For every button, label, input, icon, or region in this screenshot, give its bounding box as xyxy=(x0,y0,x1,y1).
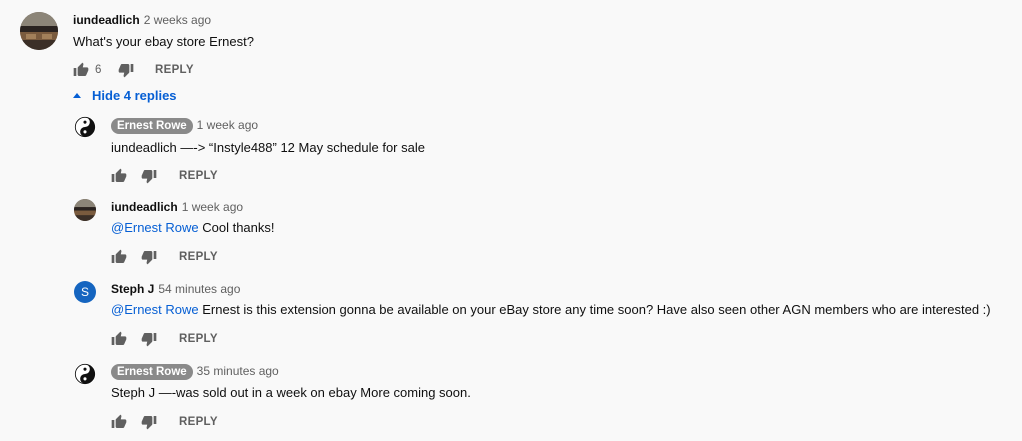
comment-actions: 6 REPLY xyxy=(73,62,273,78)
comment-actions: REPLY xyxy=(111,331,251,347)
reply-button[interactable]: REPLY xyxy=(179,249,218,265)
avatar[interactable]: S xyxy=(74,281,96,303)
comment-text: What's your ebay store Ernest? xyxy=(73,34,254,49)
comment-actions: REPLY xyxy=(111,249,251,265)
mention-link[interactable]: @Ernest Rowe xyxy=(111,302,199,317)
mention-link[interactable]: @Ernest Rowe xyxy=(111,220,199,235)
comment-time[interactable]: 54 minutes ago xyxy=(158,282,240,296)
thumb-up-icon[interactable] xyxy=(111,168,127,184)
like-count: 6 xyxy=(95,64,102,76)
thumb-down-icon[interactable] xyxy=(141,249,157,265)
avatar-letter: S xyxy=(80,285,89,299)
comment-author[interactable]: Ernest Rowe xyxy=(111,364,193,380)
thumb-up-icon[interactable] xyxy=(73,62,89,78)
comment-text: @Ernest Rowe Ernest is this extension go… xyxy=(111,301,991,319)
avatar[interactable] xyxy=(74,199,96,221)
hide-replies-label: Hide 4 replies xyxy=(92,88,177,103)
caret-up-icon xyxy=(73,93,81,98)
comment-time[interactable]: 1 week ago xyxy=(182,200,243,214)
avatar[interactable] xyxy=(74,116,96,138)
reply-button[interactable]: REPLY xyxy=(179,331,218,347)
reply-button[interactable]: REPLY xyxy=(179,414,218,430)
comment-actions: REPLY xyxy=(111,414,251,430)
thumb-down-icon[interactable] xyxy=(141,168,157,184)
comment-text: Steph J —-was sold out in a week on ebay… xyxy=(111,385,471,400)
comment-time[interactable]: 35 minutes ago xyxy=(197,364,279,378)
comment-text: @Ernest Rowe Cool thanks! xyxy=(111,219,275,237)
yin-yang-icon xyxy=(74,363,96,385)
comment-author[interactable]: Steph J xyxy=(111,282,154,296)
comment-time[interactable]: 1 week ago xyxy=(197,118,258,132)
comment-actions: REPLY xyxy=(111,168,251,184)
comment-time[interactable]: 2 weeks ago xyxy=(144,13,211,27)
comment-text: iundeadlich —-> “Instyle488” 12 May sche… xyxy=(111,140,425,155)
comment-body: Cool thanks! xyxy=(198,220,275,235)
avatar[interactable] xyxy=(20,12,58,50)
thumb-up-icon[interactable] xyxy=(111,331,127,347)
yin-yang-icon xyxy=(74,116,96,138)
comment-author[interactable]: iundeadlich xyxy=(111,200,178,214)
comment-thread: iundeadlich 2 weeks ago What's your ebay … xyxy=(0,0,1022,441)
thumb-down-icon[interactable] xyxy=(118,62,134,78)
reply-button[interactable]: REPLY xyxy=(155,62,194,78)
comment-author[interactable]: Ernest Rowe xyxy=(111,118,193,134)
thumb-up-icon[interactable] xyxy=(111,249,127,265)
avatar[interactable] xyxy=(74,363,96,385)
reply-button[interactable]: REPLY xyxy=(179,168,218,184)
thumb-up-icon[interactable] xyxy=(111,414,127,430)
thumb-down-icon[interactable] xyxy=(141,414,157,430)
thumb-down-icon[interactable] xyxy=(141,331,157,347)
comment-author[interactable]: iundeadlich xyxy=(73,13,140,27)
comment-body: Ernest is this extension gonna be availa… xyxy=(198,302,991,317)
